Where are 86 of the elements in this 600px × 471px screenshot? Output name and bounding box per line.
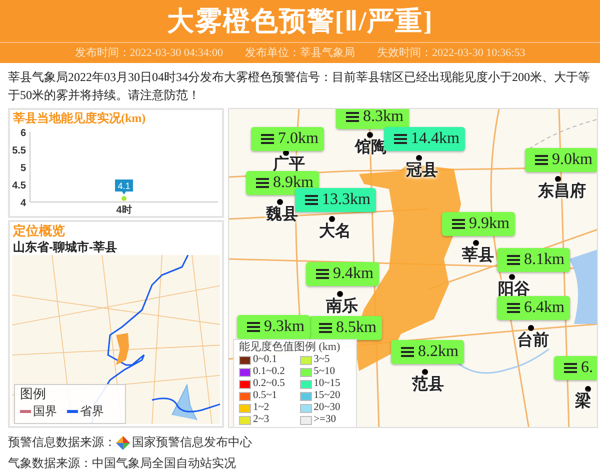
- city-marker: [509, 274, 515, 280]
- visibility-label[interactable]: 9.0km: [525, 148, 597, 172]
- legend-label: 2~3: [253, 414, 270, 426]
- y-tick-label: 5: [20, 163, 26, 174]
- bars-icon: [247, 322, 260, 332]
- bars-icon: [507, 302, 520, 314]
- visibility-label[interactable]: 8.9km: [246, 171, 320, 195]
- bars-icon: [507, 254, 520, 266]
- legend-title: 能见度色值图例 (km): [239, 341, 342, 353]
- legend-label: 国界: [33, 403, 57, 420]
- meta-info: 失效时间：2022-03-30 10:36:53: [377, 46, 526, 61]
- city-marker: [329, 216, 335, 222]
- legend-label: 3~5: [314, 354, 330, 366]
- legend-label: 10~15: [314, 378, 340, 390]
- county-highlight: [116, 333, 129, 365]
- location-path: 山东省-聊城市-莘县: [12, 239, 118, 255]
- source-label: 预警信息数据来源：: [8, 434, 116, 451]
- city-marker: [367, 132, 373, 138]
- visibility-label[interactable]: 6.4km: [497, 296, 570, 320]
- legend-label: 15~20: [314, 390, 340, 402]
- source-name: 国家预警信息发布中心: [132, 434, 252, 451]
- visibility-label[interactable]: 8.5km: [309, 316, 382, 340]
- page-title: 大雾橙色预警[Ⅱ/严重]: [166, 4, 434, 38]
- legend-label: 0.1~0.2: [253, 366, 285, 378]
- visibility-label[interactable]: 13.3km: [295, 188, 376, 212]
- data-label: 4.1: [118, 181, 130, 191]
- city-marker: [555, 176, 561, 182]
- city-label: 台前: [517, 331, 549, 348]
- legend-label: 0~0.1: [253, 354, 278, 366]
- bars-icon: [452, 218, 465, 230]
- weather-source: 气象数据来源：中国气象局全国自动站实况: [8, 455, 237, 471]
- y-tick-label: 6: [20, 128, 26, 139]
- city-label: 莘县: [462, 246, 494, 263]
- y-tick-label: 5.5: [12, 146, 26, 156]
- legend-title: 图例: [20, 385, 47, 402]
- legend-label: 5~10: [314, 366, 336, 378]
- visibility-label[interactable]: 8.1km: [497, 248, 570, 272]
- city-marker: [422, 369, 428, 375]
- city-marker: [277, 199, 283, 205]
- panel-title: 定位概览: [12, 222, 66, 239]
- bars-icon: [319, 322, 332, 334]
- bars-icon: [564, 362, 577, 374]
- visibility-label[interactable]: 9.4km: [306, 262, 380, 286]
- city-label: 冠县: [406, 161, 438, 178]
- boundary-line: [528, 118, 597, 150]
- data-point: [122, 196, 126, 201]
- visibility-label[interactable]: 6.: [554, 356, 597, 380]
- bars-icon: [346, 112, 359, 122]
- bars-icon: [535, 154, 548, 166]
- city-label: 大名: [319, 222, 351, 239]
- legend-label: 省界: [80, 403, 104, 420]
- bars-icon: [394, 134, 407, 144]
- y-tick-label: 4.5: [12, 180, 26, 192]
- city-marker: [337, 291, 343, 297]
- visibility-label[interactable]: 8.3km: [336, 109, 410, 129]
- bars-icon: [401, 346, 414, 358]
- visibility-label[interactable]: 9.9km: [442, 212, 516, 236]
- city-marker: [528, 325, 534, 331]
- bars-icon: [261, 134, 274, 144]
- data-label: 4.1: [115, 180, 133, 194]
- legend-label: >=30: [314, 414, 336, 426]
- city-marker: [473, 240, 479, 246]
- visibility-label[interactable]: 8.2km: [391, 340, 464, 364]
- y-tick-label: 4: [20, 198, 26, 209]
- legend-label: 0.2~0.5: [253, 378, 285, 390]
- bars-icon: [256, 178, 269, 188]
- meta-info: 发布时间：2022-03-30 04:34:00: [74, 46, 223, 61]
- meta-info: 发布单位：莘县气象局: [245, 46, 355, 61]
- warning-description: 莘县气象局2022年03月30日04时34分发布大雾橙色预警信号：目前莘县辖区已经出现能见度小于200米、大于等于50米的雾并将持续。请注意防范！: [7, 69, 591, 104]
- city-label: 梁: [575, 392, 591, 409]
- visibility-label[interactable]: 9.3km: [237, 315, 310, 339]
- city-marker: [416, 155, 422, 161]
- panel-title: 莘县当地能见度实况(km): [12, 110, 147, 126]
- lake-shape: [172, 384, 198, 420]
- legend-label: 20~30: [314, 402, 340, 414]
- visibility-label[interactable]: 14.4km: [384, 127, 466, 151]
- diamond-logo-icon: [116, 436, 130, 450]
- province-border: [152, 398, 220, 412]
- bars-icon: [316, 268, 329, 280]
- city-label: 范县: [412, 375, 444, 392]
- legend-label: 1~2: [253, 402, 270, 414]
- city-label: 南乐: [326, 297, 358, 314]
- city-marker: [585, 386, 591, 392]
- bars-icon: [305, 194, 318, 206]
- visibility-label[interactable]: 7.0km: [251, 127, 324, 151]
- legend-label: 0.5~1: [253, 390, 278, 402]
